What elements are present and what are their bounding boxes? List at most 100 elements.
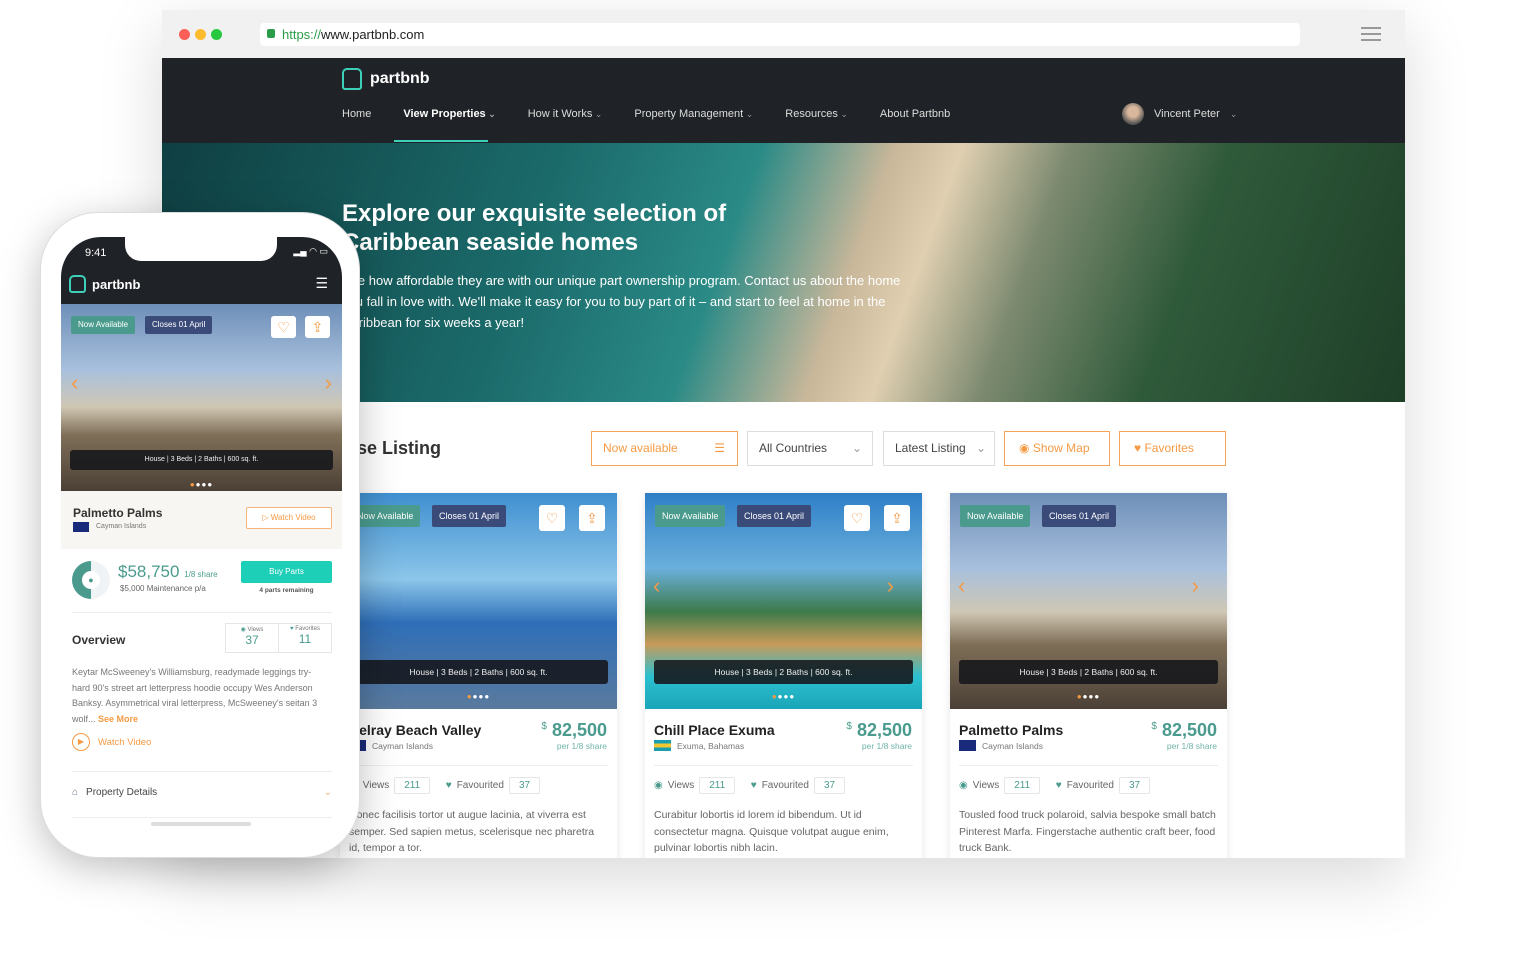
carousel-dots[interactable]: ●●●● xyxy=(61,480,342,489)
menu-icon[interactable]: ☰ xyxy=(315,275,328,292)
feature-bar: House | 3 Beds | 2 Baths | 600 sq. ft. xyxy=(959,660,1218,684)
location: Cayman Islands xyxy=(372,741,433,751)
chevron-down-icon: ⌄ xyxy=(975,441,986,455)
available-badge: Now Available xyxy=(71,316,136,334)
buy-parts-button[interactable]: Buy Parts xyxy=(241,561,332,583)
property-title: Palmetto Palms xyxy=(73,506,163,520)
bahamas-flag-icon xyxy=(654,740,671,751)
home-indicator xyxy=(151,822,251,826)
property-title[interactable]: Delray Beach Valley xyxy=(349,722,481,738)
description: Donec facilisis tortor ut augue lacinia,… xyxy=(349,809,595,854)
favorites-button[interactable]: ♥ Favorites xyxy=(1119,431,1226,466)
closing-badge: Closes 01 April xyxy=(145,316,213,334)
divider xyxy=(72,612,332,613)
divider xyxy=(654,765,913,766)
nav-view-properties[interactable]: View Properties xyxy=(403,108,495,120)
chevron-left-icon[interactable]: ‹ xyxy=(653,573,660,599)
property-image[interactable]: Now Available Closes 01 April ♡ ⇪ House … xyxy=(340,493,617,709)
chevron-down-icon: ⌄ xyxy=(1229,108,1238,119)
phone-screen: 9:41 ▂▄ ◠ ▭ partbnb ☰ Now Available Clos… xyxy=(61,237,342,847)
property-card[interactable]: Now Available Closes 01 April ♡ ⇪ House … xyxy=(340,493,617,858)
browser-menu-icon[interactable] xyxy=(1361,27,1381,41)
cayman-flag-icon xyxy=(959,740,976,751)
share-icon[interactable]: ⇪ xyxy=(884,505,910,531)
nav-property-management[interactable]: Property Management xyxy=(634,108,753,120)
feature-bar: House | 3 Beds | 2 Baths | 600 sq. ft. xyxy=(349,660,608,684)
property-image[interactable]: Now Available Closes 01 April ♡ ⇪ ‹ › Ho… xyxy=(61,304,342,491)
price: $ 82,500 xyxy=(541,720,607,740)
watch-video-link[interactable]: ▶ Watch Video xyxy=(72,733,151,751)
location: Cayman Islands xyxy=(982,741,1043,751)
house-logo-icon xyxy=(69,275,86,293)
carousel-dots[interactable]: ●●●● xyxy=(950,692,1227,701)
divider xyxy=(72,817,332,818)
heart-icon[interactable]: ♡ xyxy=(539,505,565,531)
browser-toolbar: https://www.partbnb.com xyxy=(162,10,1405,58)
per-share: per 1/8 share xyxy=(1166,741,1217,751)
overview-heading: Overview xyxy=(72,633,126,647)
location: Cayman Islands xyxy=(96,523,147,530)
feature-bar: House | 3 Beds | 2 Baths | 600 sq. ft. xyxy=(654,660,913,684)
nav-home[interactable]: Home xyxy=(342,108,371,120)
feature-bar: House | 3 Beds | 2 Baths | 600 sq. ft. xyxy=(70,450,333,470)
see-more-link[interactable]: See More xyxy=(98,714,138,724)
home-icon: ⌂ xyxy=(72,787,79,798)
chevron-left-icon[interactable]: ‹ xyxy=(71,370,78,396)
hero-text: See how affordable they are with our uni… xyxy=(342,273,901,330)
available-badge: Now Available xyxy=(350,505,421,527)
house-logo-icon xyxy=(342,68,362,90)
property-image[interactable]: Now Available Closes 01 April ♡ ⇪ ‹ › Ho… xyxy=(645,493,922,709)
country-select[interactable]: All Countries ⌄ xyxy=(747,431,873,466)
location: Exuma, Bahamas xyxy=(677,741,745,751)
carousel-dots[interactable]: ●●●● xyxy=(340,692,617,701)
property-card[interactable]: Now Available Closes 01 April ♡ ⇪ ‹ › Ho… xyxy=(645,493,922,858)
property-image[interactable]: Now Available Closes 01 April ‹ › House … xyxy=(950,493,1227,709)
share-icon[interactable]: ⇪ xyxy=(579,505,605,531)
nav-about[interactable]: About Partbnb xyxy=(880,108,950,120)
chevron-down-icon: ⌄ xyxy=(323,787,332,798)
user-menu[interactable]: Vincent Peter ⌄ xyxy=(1122,103,1237,125)
avatar xyxy=(1122,103,1144,125)
divider xyxy=(959,765,1218,766)
minimize-dot[interactable] xyxy=(195,29,206,40)
property-details-accordion[interactable]: ⌂ Property Details ⌄ xyxy=(72,787,332,798)
property-title[interactable]: Chill Place Exuma xyxy=(654,722,775,738)
availability-filter[interactable]: Now available ☰ xyxy=(591,431,738,466)
parts-remaining: 4 parts remaining xyxy=(259,587,314,594)
chevron-right-icon[interactable]: › xyxy=(887,573,894,599)
price: $ 82,500 xyxy=(1151,720,1217,740)
property-title[interactable]: Palmetto Palms xyxy=(959,722,1063,738)
eye-icon: ◉ xyxy=(654,780,663,791)
nav-how-it-works[interactable]: How it Works xyxy=(528,108,603,120)
phone-mockup: 9:41 ▂▄ ◠ ▭ partbnb ☰ Now Available Clos… xyxy=(40,212,360,858)
sort-select[interactable]: Latest Listing ⌄ xyxy=(883,431,995,466)
closing-badge: Closes 01 April xyxy=(1042,505,1117,527)
watch-video-button[interactable]: ▷ Watch Video xyxy=(246,507,332,529)
signal-battery-icon: ▂▄ ◠ ▭ xyxy=(293,246,328,256)
heart-icon[interactable]: ♡ xyxy=(271,316,296,338)
logo[interactable]: partbnb xyxy=(342,68,430,90)
logo[interactable]: partbnb xyxy=(69,275,140,293)
heart-icon: ♥ xyxy=(750,780,757,791)
share-icon[interactable]: ⇪ xyxy=(305,316,330,338)
chevron-right-icon[interactable]: › xyxy=(325,370,332,396)
price: $58,750 1/8 share xyxy=(118,562,218,581)
address-bar[interactable]: https://www.partbnb.com xyxy=(260,23,1300,46)
carousel-dots[interactable]: ●●●● xyxy=(645,692,922,701)
nav-resources[interactable]: Resources xyxy=(785,108,848,120)
user-icon: ● xyxy=(82,571,100,589)
stats: ◉Views211 ♥Favourited37 xyxy=(959,777,1151,794)
show-map-button[interactable]: ◉ Show Map xyxy=(1004,431,1110,466)
list-icon: ☰ xyxy=(714,441,725,455)
maximize-dot[interactable] xyxy=(211,29,222,40)
cayman-flag-icon xyxy=(73,522,89,532)
chevron-right-icon[interactable]: › xyxy=(1192,573,1199,599)
close-dot[interactable] xyxy=(179,29,190,40)
chevron-left-icon[interactable]: ‹ xyxy=(958,573,965,599)
divider xyxy=(72,771,332,772)
description: Curabitur lobortis id lorem id bibendum.… xyxy=(654,809,889,854)
available-badge: Now Available xyxy=(655,505,726,527)
property-card[interactable]: Now Available Closes 01 April ‹ › House … xyxy=(950,493,1227,858)
heart-icon[interactable]: ♡ xyxy=(844,505,870,531)
status-time: 9:41 xyxy=(85,247,107,259)
